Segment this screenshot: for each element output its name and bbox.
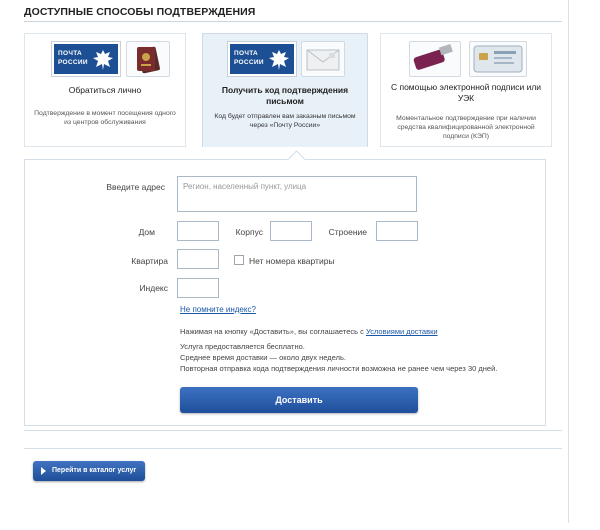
index-input[interactable] <box>177 278 219 298</box>
building-label: Строение <box>328 227 367 237</box>
agreement-text: Нажимая на кнопку «Доставить», вы соглаш… <box>180 327 364 336</box>
method-name: Обратиться лично <box>68 85 142 95</box>
eagle-emblem-icon <box>93 50 113 70</box>
divider <box>24 448 562 449</box>
section-title: ДОСТУПНЫЕ СПОСОБЫ ПОДТВЕРЖДЕНИЯ <box>24 6 256 18</box>
go-to-catalog-button[interactable]: Перейти в каталог услуг <box>33 461 145 481</box>
page: ДОСТУПНЫЕ СПОСОБЫ ПОДТВЕРЖДЕНИЯ ПОЧТА РО… <box>14 0 569 523</box>
method-name: Получить код подтверждения письмом <box>221 85 349 106</box>
index-label: Индекс <box>139 283 168 293</box>
logo-text: ПОЧТА <box>234 50 259 57</box>
apartment-input[interactable] <box>177 249 219 269</box>
house-input[interactable] <box>177 221 219 241</box>
envelope-icon <box>301 41 345 77</box>
method-card-by-mail[interactable]: ПОЧТА РОССИИ Получить код подтверждения … <box>202 33 368 147</box>
pochta-rossii-logo-icon: ПОЧТА РОССИИ <box>227 41 297 77</box>
no-apartment-checkbox[interactable] <box>234 255 244 265</box>
card-icons: ПОЧТА РОССИИ <box>25 41 185 77</box>
info-line: Среднее время доставки — около двух неде… <box>180 353 346 362</box>
logo-text: РОССИИ <box>58 59 88 66</box>
method-description: Моментальное подтверждение при наличии с… <box>396 115 536 140</box>
method-name: С помощью электронной подписи или УЭК <box>390 82 542 103</box>
play-arrow-icon <box>41 467 46 475</box>
address-input[interactable]: Регион, населенный пункт, улица <box>177 176 417 212</box>
smart-card-icon <box>469 41 527 77</box>
card-icons <box>381 41 551 77</box>
info-line: Услуга предоставляется бесплатно. <box>180 342 305 351</box>
logo-text: РОССИИ <box>234 59 264 66</box>
method-card-in-person[interactable]: ПОЧТА РОССИИ Обратиться лично Подтвержде… <box>24 33 186 147</box>
address-label: Введите адрес <box>106 182 165 192</box>
korpus-label: Корпус <box>235 227 263 237</box>
delivery-form: Введите адрес Регион, населенный пункт, … <box>24 150 546 426</box>
divider <box>24 430 562 431</box>
method-card-e-signature[interactable]: С помощью электронной подписи или УЭК Мо… <box>380 33 552 147</box>
method-description: Код будет отправлен вам заказным письмом… <box>214 113 356 129</box>
pochta-rossii-logo-icon: ПОЧТА РОССИИ <box>51 41 121 77</box>
divider <box>24 21 562 22</box>
forgot-index-link[interactable]: Не помните индекс? <box>180 305 256 314</box>
apartment-label: Квартира <box>131 256 168 266</box>
passport-icon <box>126 41 170 77</box>
agreement-note: Нажимая на кнопку «Доставить», вы соглаш… <box>180 326 438 337</box>
card-icons: ПОЧТА РОССИИ <box>203 41 367 77</box>
method-description: Подтверждение в момент посещения одного … <box>34 110 176 126</box>
korpus-input[interactable] <box>270 221 312 241</box>
building-input[interactable] <box>376 221 418 241</box>
info-line: Повторная отправка кода подтверждения ли… <box>180 364 498 373</box>
usb-token-icon <box>409 41 461 77</box>
deliver-button[interactable]: Доставить <box>180 387 418 413</box>
eagle-emblem-icon <box>269 50 289 70</box>
catalog-button-label: Перейти в каталог услуг <box>52 467 137 474</box>
selection-pointer <box>287 150 306 169</box>
logo-text: ПОЧТА <box>58 50 83 57</box>
house-label: Дом <box>138 227 155 237</box>
delivery-terms-link[interactable]: Условиями доставки <box>366 327 438 336</box>
no-apartment-label: Нет номера квартиры <box>249 256 335 266</box>
